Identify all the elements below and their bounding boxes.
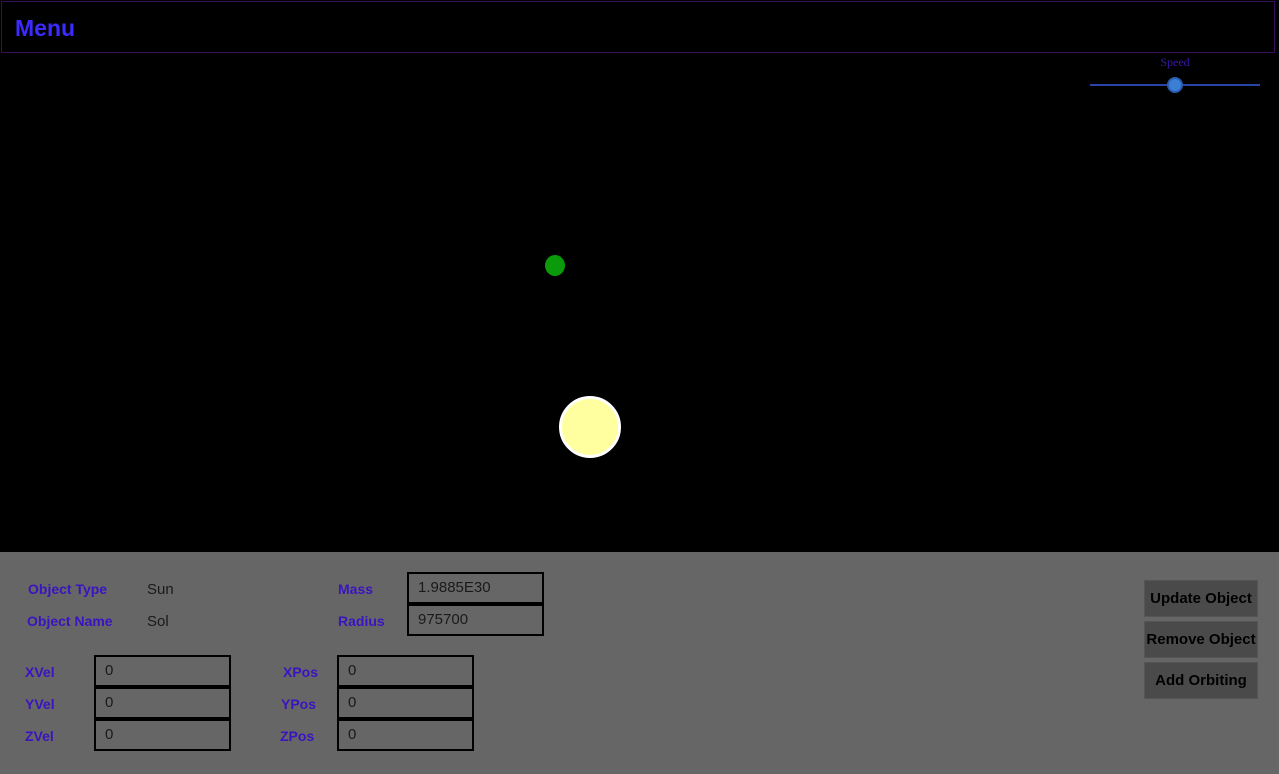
remove-object-button[interactable]: Remove Object [1144, 621, 1258, 658]
speed-label: Speed [1160, 55, 1190, 69]
ypos-field[interactable]: 0 [337, 687, 474, 719]
add-orbiting-button[interactable]: Add Orbiting [1144, 662, 1258, 699]
ypos-label: YPos [281, 696, 317, 712]
mass-label: Mass [338, 581, 374, 597]
menu-title[interactable]: Menu [15, 15, 75, 42]
radius-field[interactable]: 975700 [407, 604, 544, 636]
object-type-value: Sun [147, 581, 174, 598]
object-name-value: Sol [147, 613, 169, 630]
zpos-label: ZPos [280, 728, 315, 744]
xvel-label: XVel [25, 664, 55, 680]
xvel-field[interactable]: 0 [94, 655, 231, 687]
speed-slider-thumb[interactable] [1167, 77, 1183, 93]
xpos-label: XPos [283, 664, 319, 680]
zvel-field[interactable]: 0 [94, 719, 231, 751]
object-name-label: Object Name [27, 613, 113, 629]
planet-object[interactable] [545, 255, 565, 276]
speed-control[interactable]: Speed [1090, 55, 1260, 95]
menu-bar[interactable]: Menu [1, 1, 1275, 53]
yvel-field[interactable]: 0 [94, 687, 231, 719]
radius-label: Radius [338, 613, 385, 629]
object-type-label: Object Type [28, 581, 108, 597]
zvel-label: ZVel [25, 728, 54, 744]
sun-object[interactable] [559, 396, 621, 458]
zpos-field[interactable]: 0 [337, 719, 474, 751]
update-object-button[interactable]: Update Object [1144, 580, 1258, 617]
yvel-label: YVel [25, 696, 55, 712]
object-properties-panel: Object Type Sun Object Name Sol Mass 1.9… [0, 552, 1279, 774]
xpos-field[interactable]: 0 [337, 655, 474, 687]
mass-field[interactable]: 1.9885E30 [407, 572, 544, 604]
